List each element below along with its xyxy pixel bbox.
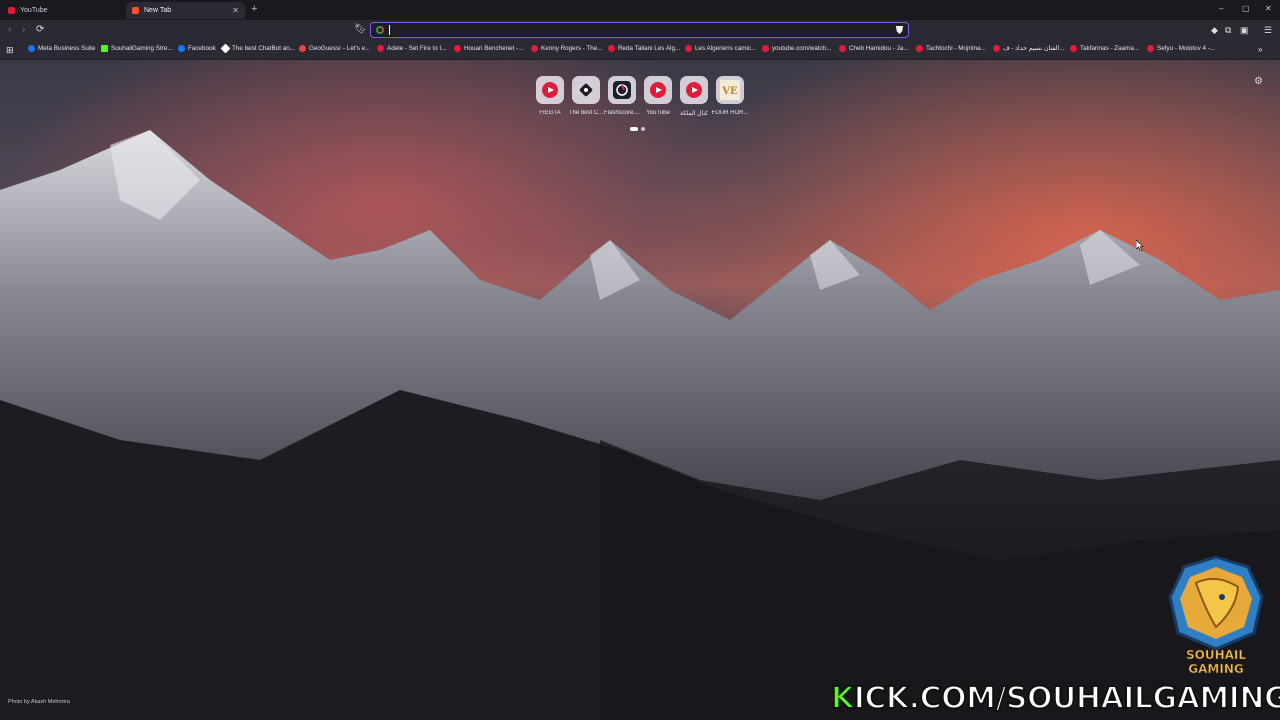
menu-icon[interactable]: ☰: [1264, 25, 1272, 36]
bookmark-item[interactable]: Kenny Rogers - The...: [531, 45, 602, 52]
address-bar[interactable]: [370, 22, 909, 38]
facebook-icon: [178, 45, 185, 52]
bookmark-item[interactable]: Reda Taliani Les Alg...: [608, 45, 680, 52]
bookmark-item[interactable]: Houari Benchenet -...: [454, 45, 524, 52]
close-tab-icon[interactable]: ✕: [232, 6, 239, 15]
speed-dial-tile[interactable]: [536, 76, 564, 104]
bookmark-item[interactable]: الفنان نسيم حداد - ف...: [993, 45, 1064, 52]
photo-credit[interactable]: Photo by Akash Mehrotra: [8, 699, 70, 705]
youtube-icon: [762, 45, 769, 52]
speed-dial-tile[interactable]: [572, 76, 600, 104]
bookmark-item[interactable]: Adele - Set Fire to t...: [377, 45, 447, 52]
kick-url-text: ICK.COM/SOUHAILGAMING: [853, 680, 1280, 717]
mouse-cursor-icon: [1136, 240, 1144, 251]
tab-youtube[interactable]: YouTube: [2, 2, 126, 19]
speed-dial-tile[interactable]: [608, 76, 636, 104]
back-arrow-icon[interactable]: ‹: [8, 24, 11, 35]
brave-shield-icon[interactable]: [895, 25, 904, 35]
bookmark-item[interactable]: Takfarinas - Zaama...: [1070, 45, 1139, 52]
speed-dial-tile[interactable]: VE: [716, 76, 744, 104]
wallet-icon[interactable]: ◆: [1211, 25, 1218, 36]
meta-icon: [28, 45, 35, 52]
bookmark-item[interactable]: GeoGuessr - Let's e...: [299, 45, 370, 52]
bookmark-item[interactable]: SouhailGaming Stre...: [101, 45, 173, 52]
apps-grid-icon[interactable]: ⊞: [6, 45, 14, 56]
navigation-toolbar: ‹ › ⟳ 🔖︎ ◆ ⧉ ▣ ☰: [0, 20, 1280, 41]
chatbot-icon: [220, 43, 231, 54]
kick-channel-url: KICK.COM/SOUHAILGAMING: [830, 680, 1280, 717]
bookmark-item[interactable]: Tachtochi - Mojrima...: [916, 45, 986, 52]
kick-k-letter: K: [830, 680, 855, 717]
bookmark-item[interactable]: Les Algeriens camic...: [685, 45, 756, 52]
youtube-icon: [377, 45, 384, 52]
brave-icon: [132, 7, 139, 14]
flashscore-icon: [613, 81, 631, 99]
tab-new-tab[interactable]: New Tab ✕: [126, 2, 245, 19]
maximize-button[interactable]: ▢: [1242, 4, 1250, 13]
address-input[interactable]: [387, 24, 877, 35]
youtube-icon: [8, 7, 15, 14]
youtube-icon: [839, 45, 846, 52]
youtube-icon: [916, 45, 923, 52]
youtube-icon: [993, 45, 1000, 52]
speed-dial-tile[interactable]: [680, 76, 708, 104]
forward-arrow-icon[interactable]: ›: [22, 24, 25, 35]
youtube-icon: [1147, 45, 1154, 52]
more-bookmarks-icon[interactable]: »: [1258, 45, 1262, 54]
speed-dial-tile[interactable]: [644, 76, 672, 104]
youtube-icon: [542, 82, 558, 98]
logo-text-line1: SOUHAIL: [1186, 648, 1246, 662]
close-window-button[interactable]: ✕: [1265, 4, 1272, 13]
tab-strip: YouTube New Tab ✕ + – ▢ ✕: [0, 0, 1280, 20]
extensions-icon[interactable]: ⧉: [1225, 25, 1231, 36]
tab-title: YouTube: [20, 7, 48, 14]
bookmarks-bar: ⊞ Meta Business Suite SouhailGaming Stre…: [0, 41, 1280, 60]
logo-text-line2: GAMING: [1188, 662, 1243, 676]
reload-icon[interactable]: ⟳: [36, 24, 44, 35]
youtube-icon: [650, 82, 666, 98]
bookmark-item[interactable]: Sefyu - Molotov 4 -...: [1147, 45, 1215, 52]
bookmark-item[interactable]: The best ChatBot an...: [220, 43, 295, 54]
page-dot[interactable]: [641, 127, 645, 131]
kick-icon: [101, 45, 108, 52]
page-dot-active[interactable]: [630, 127, 638, 131]
fourhorsemen-icon: VE: [720, 80, 740, 100]
bookmark-icon[interactable]: 🔖︎: [354, 24, 367, 35]
youtube-icon: [685, 45, 692, 52]
youtube-icon: [608, 45, 615, 52]
geoguessr-icon: [299, 45, 306, 52]
youtube-icon: [686, 82, 702, 98]
souhail-gaming-logo: SOUHAIL GAMING: [1168, 555, 1264, 676]
settings-gear-icon[interactable]: ⚙: [1254, 76, 1263, 87]
sidebar-icon[interactable]: ▣: [1240, 25, 1249, 36]
youtube-icon: [454, 45, 461, 52]
new-tab-button[interactable]: +: [251, 3, 257, 15]
bookmark-item[interactable]: Meta Business Suite: [28, 45, 95, 52]
bookmark-item[interactable]: Cheb Hamidou - Ja...: [839, 45, 909, 52]
youtube-icon: [531, 45, 538, 52]
bookmark-item[interactable]: youtube.com/watch...: [762, 45, 832, 52]
bookmark-item[interactable]: Facebook: [178, 45, 216, 52]
svg-text:VE: VE: [721, 86, 738, 97]
chatbot-icon: [579, 83, 593, 97]
speed-dial-pagination[interactable]: [630, 127, 645, 131]
minimize-button[interactable]: –: [1219, 4, 1223, 13]
tab-title: New Tab: [144, 7, 172, 14]
speed-dial-label: FOUR HOR...: [711, 110, 749, 116]
youtube-icon: [1070, 45, 1077, 52]
google-icon: [376, 26, 384, 34]
background-wallpaper: [0, 60, 1280, 720]
